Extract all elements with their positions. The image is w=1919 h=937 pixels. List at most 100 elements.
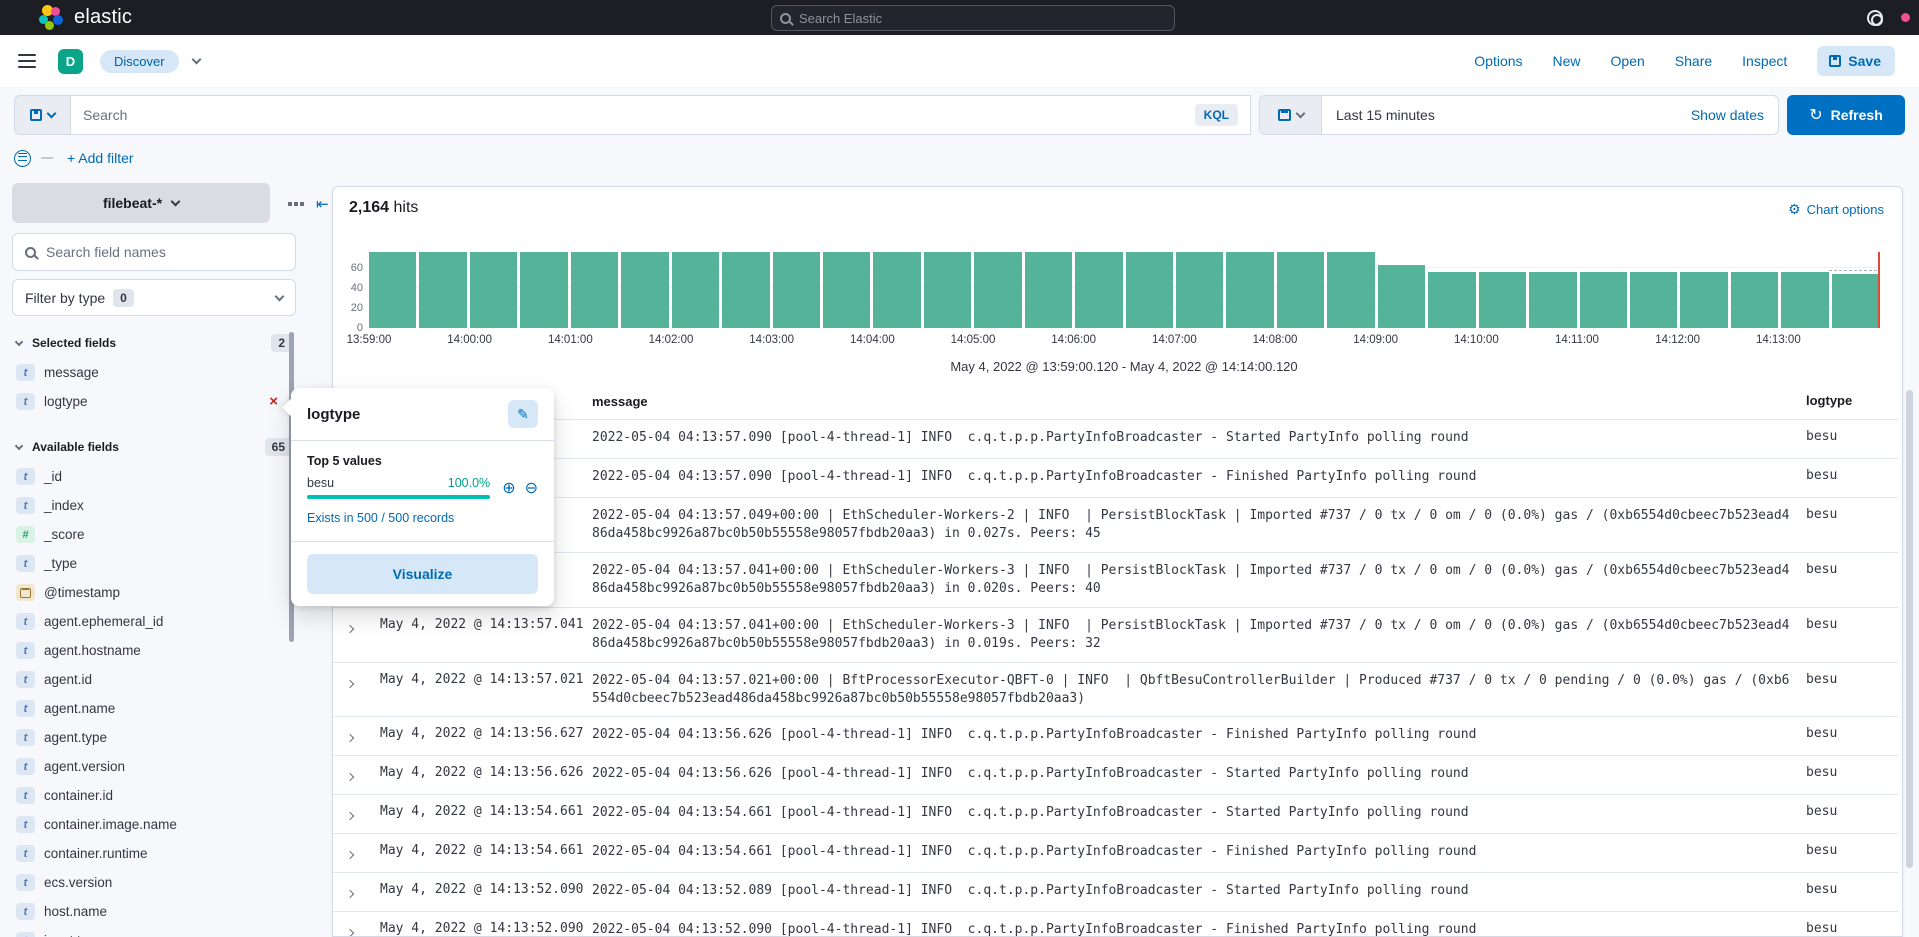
expand-row-icon[interactable] (346, 929, 354, 937)
histogram-bar[interactable] (974, 252, 1021, 328)
expand-row-icon[interactable] (346, 679, 354, 687)
field-item-_type[interactable]: t_type (12, 549, 296, 578)
row-time[interactable]: May 4, 2022 @ 14:13:57.041 (380, 617, 592, 632)
histogram-bar[interactable] (1529, 272, 1576, 328)
expand-row-icon[interactable] (346, 851, 354, 859)
histogram-bar[interactable] (470, 252, 517, 328)
row-time[interactable]: May 4, 2022 @ 14:13:54.661 (380, 843, 592, 858)
visualize-button[interactable]: Visualize (307, 554, 538, 594)
field-item-_id[interactable]: t_id (12, 462, 296, 491)
histogram-bar[interactable] (672, 252, 719, 328)
time-range-value[interactable]: Last 15 minutes (1336, 107, 1435, 123)
histogram-bar[interactable] (571, 252, 618, 328)
elastic-logo-icon[interactable] (38, 5, 64, 31)
logtype-column-header[interactable]: logtype (1806, 393, 1898, 408)
histogram-bar[interactable] (1327, 252, 1374, 328)
field-item-_score[interactable]: #_score (12, 520, 296, 549)
histogram-bar[interactable] (1126, 252, 1173, 328)
histogram-bar[interactable] (1428, 272, 1475, 328)
options-button[interactable]: Options (1474, 53, 1522, 69)
field-item-container.runtime[interactable]: tcontainer.runtime (12, 839, 296, 868)
row-logtype[interactable]: besu (1806, 882, 1898, 897)
histogram-bar[interactable] (1630, 272, 1677, 328)
row-logtype[interactable]: besu (1806, 672, 1898, 687)
expand-row-icon[interactable] (346, 624, 354, 632)
field-settings-icon[interactable] (288, 202, 292, 206)
row-message[interactable]: 2022-05-04 04:13:57.041+00:00 | EthSched… (592, 617, 1806, 653)
space-avatar[interactable]: D (58, 49, 83, 74)
row-message[interactable]: 2022-05-04 04:13:54.661 [pool-4-thread-1… (592, 843, 1806, 861)
row-logtype[interactable]: besu (1806, 921, 1898, 936)
expand-row-icon[interactable] (346, 812, 354, 820)
histogram-bar[interactable] (1075, 252, 1122, 328)
field-item-agent.id[interactable]: tagent.id (12, 665, 296, 694)
date-picker-menu-button[interactable] (1260, 96, 1322, 134)
histogram-bar[interactable] (823, 252, 870, 328)
available-fields-header[interactable]: Available fields 65 (16, 438, 292, 456)
histogram-bar[interactable] (1226, 252, 1273, 328)
histogram-bar[interactable] (1781, 272, 1828, 328)
selected-fields-header[interactable]: Selected fields 2 (16, 334, 292, 352)
field-item-logtype[interactable]: tlogtype× (12, 387, 296, 416)
row-logtype[interactable]: besu (1806, 507, 1898, 522)
field-item-agent.hostname[interactable]: tagent.hostname (12, 636, 296, 665)
help-icon[interactable] (1867, 10, 1883, 26)
row-time[interactable]: May 4, 2022 @ 14:13:52.090 (380, 882, 592, 897)
field-item-agent.type[interactable]: tagent.type (12, 723, 296, 752)
field-item-message[interactable]: tmessage (12, 358, 296, 387)
open-button[interactable]: Open (1611, 53, 1645, 69)
row-message[interactable]: 2022-05-04 04:13:52.089 [pool-4-thread-1… (592, 882, 1806, 900)
chevron-down-icon[interactable] (191, 54, 201, 64)
row-logtype[interactable]: besu (1806, 726, 1898, 741)
filter-for-value-icon[interactable]: ⊕ (502, 478, 515, 498)
histogram-bar[interactable] (1176, 252, 1223, 328)
histogram-bar[interactable] (1680, 272, 1727, 328)
field-item-_index[interactable]: t_index (12, 491, 296, 520)
row-message[interactable]: 2022-05-04 04:13:57.090 [pool-4-thread-1… (592, 468, 1806, 486)
row-message[interactable]: 2022-05-04 04:13:56.626 [pool-4-thread-1… (592, 765, 1806, 783)
row-logtype[interactable]: besu (1806, 617, 1898, 632)
histogram-bar[interactable] (1025, 252, 1072, 328)
row-message[interactable]: 2022-05-04 04:13:57.090 [pool-4-thread-1… (592, 429, 1806, 447)
breadcrumb[interactable]: Discover (100, 50, 179, 73)
filter-by-type-select[interactable]: Filter by type 0 (12, 279, 296, 316)
histogram-bar[interactable] (1580, 272, 1627, 328)
query-input[interactable] (83, 107, 1195, 123)
refresh-button[interactable]: ↻ Refresh (1787, 95, 1905, 135)
expand-row-icon[interactable] (346, 734, 354, 742)
row-logtype[interactable]: besu (1806, 468, 1898, 483)
saved-query-menu-button[interactable] (14, 95, 70, 135)
remove-field-icon[interactable]: × (269, 393, 278, 410)
row-logtype[interactable]: besu (1806, 429, 1898, 444)
histogram-bar[interactable] (1479, 272, 1526, 328)
expand-row-icon[interactable] (346, 890, 354, 898)
row-message[interactable]: 2022-05-04 04:13:57.041+00:00 | EthSched… (592, 562, 1806, 598)
row-logtype[interactable]: besu (1806, 804, 1898, 819)
histogram-bar[interactable] (621, 252, 668, 328)
histogram-bar[interactable] (722, 252, 769, 328)
row-time[interactable]: May 4, 2022 @ 14:13:52.090 (380, 921, 592, 936)
field-search-input[interactable] (46, 244, 256, 260)
new-button[interactable]: New (1553, 53, 1581, 69)
field-item-container.id[interactable]: tcontainer.id (12, 781, 296, 810)
field-item-container.image.name[interactable]: tcontainer.image.name (12, 810, 296, 839)
filter-group-icon[interactable] (14, 150, 31, 167)
add-filter-button[interactable]: + Add filter (67, 150, 134, 166)
histogram-bar[interactable] (1378, 265, 1425, 328)
field-item-host.name[interactable]: thost.name (12, 897, 296, 926)
inspect-button[interactable]: Inspect (1742, 53, 1787, 69)
histogram-bar[interactable] (1731, 272, 1778, 328)
row-logtype[interactable]: besu (1806, 843, 1898, 858)
field-item-input.type[interactable]: tinput.type (12, 926, 296, 937)
save-button[interactable]: Save (1817, 46, 1895, 76)
global-search[interactable] (771, 5, 1175, 31)
row-logtype[interactable]: besu (1806, 765, 1898, 780)
field-item-ecs.version[interactable]: tecs.version (12, 868, 296, 897)
row-time[interactable]: May 4, 2022 @ 14:13:54.661 (380, 804, 592, 819)
row-message[interactable]: 2022-05-04 04:13:56.626 [pool-4-thread-1… (592, 726, 1806, 744)
row-time[interactable]: May 4, 2022 @ 14:13:56.627 (380, 726, 592, 741)
hits-histogram[interactable]: 0204060 13:59:0014:00:0014:01:0014:02:00… (369, 242, 1879, 328)
collapse-sidebar-icon[interactable]: ⇤ (316, 195, 329, 213)
message-column-header[interactable]: message (592, 393, 1806, 411)
row-message[interactable]: 2022-05-04 04:13:54.661 [pool-4-thread-1… (592, 804, 1806, 822)
